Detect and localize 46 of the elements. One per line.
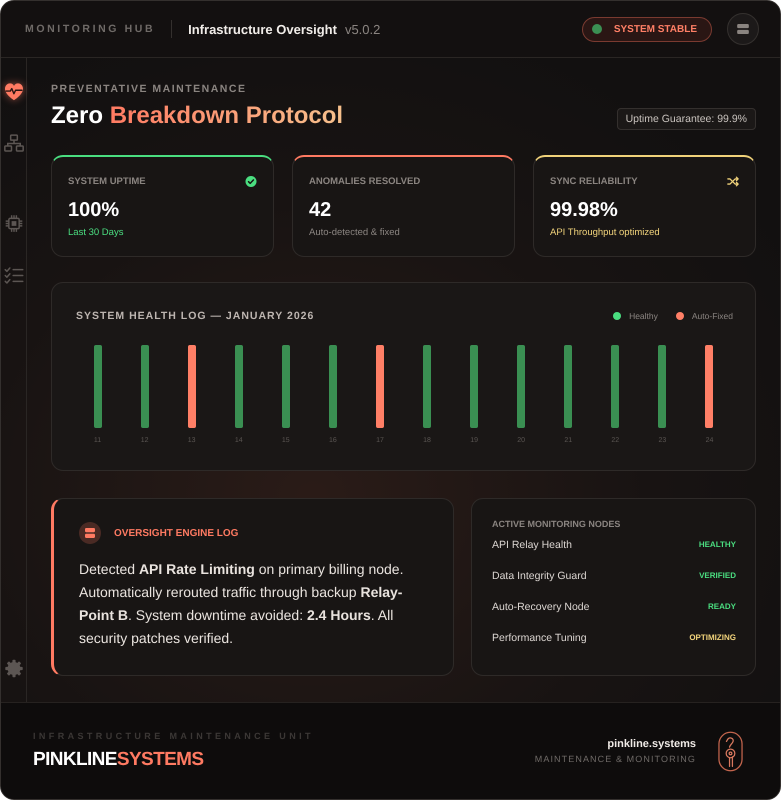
card-note: API Throughput optimized [550,227,661,238]
uptime-guarantee-badge: Uptime Guarantee: 99.9% [616,108,756,130]
card-label: SYNC RELIABILITY [550,176,638,186]
log-message: Detected API Rate Limiting on primary billing node. Automatically rerouted traffic through backup Relay-Point B. System downtime avoided: 2.4 Hours. All security patches verified. [79,560,404,648]
brand-emblem-icon [718,730,743,772]
status-dot-icon [592,24,602,34]
heart-pulse-icon [4,82,24,100]
panel-title: ACTIVE MONITORING NODES [492,519,622,529]
shuffle-icon [727,176,739,186]
card-label: ANOMALIES RESOLVED [309,176,420,186]
server-icon [737,24,749,34]
server-icon [79,522,101,544]
site-link[interactable]: pinkline.systems [607,738,696,750]
checklist-icon [4,266,24,284]
node-status: HEALTHY [698,540,736,549]
network-icon [4,134,24,152]
app-title: Infrastructure Oversight [188,22,337,36]
card-label: SYSTEM UPTIME [68,176,146,186]
brand-label: MONITORING HUB [25,23,156,35]
panel-title: SYSTEM HEALTH LOG — JANUARY 2026 [76,310,314,322]
panel-title: OVERSIGHT ENGINE LOG [114,528,238,538]
legend-label: Auto-Fixed [692,311,733,321]
section-eyebrow: PREVENTATIVE MAINTENANCE [51,83,248,95]
node-name: Performance Tuning [492,632,587,644]
settings-icon [4,658,24,678]
footer-subtitle: MAINTENANCE & MONITORING [534,754,696,764]
card-note: Auto-detected & fixed [309,227,401,238]
node-status: READY [708,602,736,611]
card-value: 99.98% [550,198,619,222]
card-note: Last 30 Days [68,227,124,238]
chip-icon [4,214,24,232]
menu-button[interactable] [727,13,759,45]
version-label: v5.0.2 [344,22,380,36]
nav-button[interactable] [2,81,24,101]
company-wordmark: PINKLINESYSTEMS [33,749,204,771]
settings-button[interactable] [2,658,24,678]
node-name: Data Integrity Guard [492,570,587,582]
card-value: 100% [68,198,120,222]
node-name: API Relay Health [492,538,572,550]
card-value: 42 [309,198,332,222]
status-label: SYSTEM STABLE [614,24,697,34]
node-name: Auto-Recovery Node [492,600,590,612]
node-status: OPTIMIZING [689,633,736,642]
check-circle-icon [245,176,257,186]
legend-label: Healthy [629,311,658,321]
node-status: VERIFIED [699,571,736,580]
